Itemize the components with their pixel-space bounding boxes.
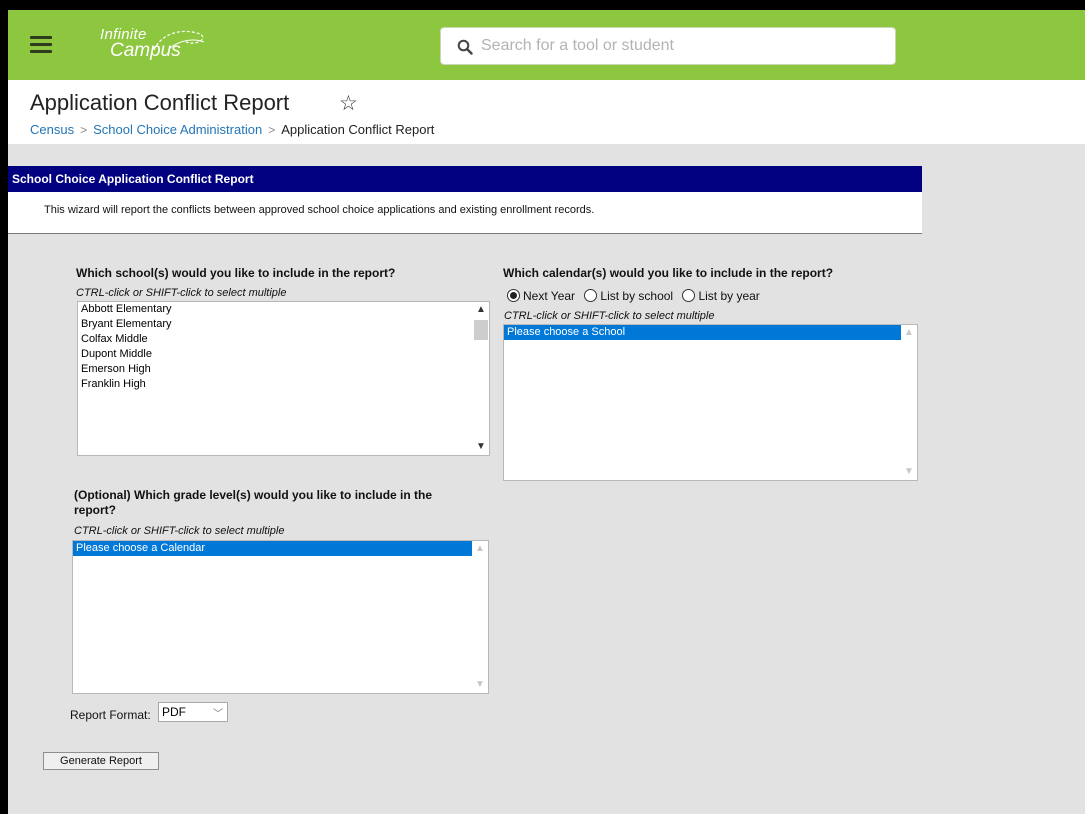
scroll-up-icon[interactable]: ▲ [901, 325, 917, 341]
grades-scrollbar[interactable]: ▲ ▼ [472, 541, 488, 693]
infinite-campus-logo[interactable]: Infinite Campus [100, 26, 220, 66]
grades-question-line1: (Optional) Which grade level(s) would yo… [74, 488, 433, 502]
school-option[interactable]: Colfax Middle [78, 332, 489, 347]
school-option[interactable]: Dupont Middle [78, 347, 489, 362]
calendars-scrollbar[interactable]: ▲ ▼ [901, 325, 917, 480]
radio-unchecked-icon [682, 289, 696, 302]
chevron-down-icon: ﹀ [213, 709, 223, 720]
radio-unchecked-icon [584, 289, 598, 302]
school-option[interactable]: Emerson High [78, 362, 489, 377]
breadcrumb-school-choice-administration[interactable]: School Choice Administration [93, 122, 262, 137]
search-box[interactable] [440, 27, 896, 65]
radio-list-by-year[interactable]: List by year [682, 289, 760, 303]
scroll-up-icon[interactable]: ▲ [472, 541, 488, 557]
report-description: This wizard will report the conflicts be… [8, 192, 922, 234]
chevron-right-icon: > [268, 123, 276, 137]
schools-question: Which school(s) would you like to includ… [76, 266, 396, 280]
scroll-thumb[interactable] [474, 320, 488, 340]
school-option[interactable]: Franklin High [78, 377, 489, 392]
school-option[interactable]: Bryant Elementary [78, 317, 489, 332]
search-icon [457, 39, 473, 55]
generate-report-button[interactable]: Generate Report [43, 752, 159, 770]
schools-scrollbar[interactable]: ▲ ▼ [473, 302, 489, 455]
school-option[interactable]: Abbott Elementary [78, 302, 489, 317]
page-title: Application Conflict Report [30, 90, 290, 115]
breadcrumb-census[interactable]: Census [30, 122, 74, 137]
report-format-label: Report Format: [70, 708, 151, 722]
grade-option[interactable]: Please choose a Calendar [73, 541, 488, 556]
logo-line2: Campus [110, 40, 181, 61]
window-frame: Infinite Campus Application Conflict Rep… [0, 0, 1085, 814]
calendar-option[interactable]: Please choose a School [504, 325, 917, 340]
calendars-listbox[interactable]: Please choose a School ▲ ▼ [503, 324, 918, 481]
report-format-select[interactable]: PDF ﹀ [158, 702, 228, 722]
scroll-down-icon[interactable]: ▼ [473, 439, 489, 455]
report-format-value: PDF [162, 705, 186, 719]
calendars-question: Which calendar(s) would you like to incl… [503, 266, 834, 280]
radio-label: List by school [600, 289, 674, 303]
grades-question: (Optional) Which grade level(s) would yo… [74, 488, 432, 518]
radio-label: List by year [698, 289, 760, 303]
calendar-mode-radios: Next Year List by school List by year [507, 289, 766, 303]
app-window: Infinite Campus Application Conflict Rep… [8, 10, 1085, 814]
top-bar: Infinite Campus [8, 10, 1085, 80]
grades-hint: CTRL-click or SHIFT-click to select mult… [74, 525, 285, 537]
radio-checked-icon [507, 289, 520, 302]
radio-label: Next Year [523, 289, 576, 303]
chevron-right-icon: > [80, 123, 88, 137]
grades-question-line2: report? [74, 503, 116, 517]
breadcrumb: Census > School Choice Administration > Appl… [30, 122, 434, 137]
calendars-hint: CTRL-click or SHIFT-click to select mult… [504, 310, 715, 322]
schools-listbox[interactable]: Abbott Elementary Bryant Elementary Colf… [77, 301, 490, 456]
grades-listbox[interactable]: Please choose a Calendar ▲ ▼ [72, 540, 489, 694]
title-area: Application Conflict Report ☆ Census > Sch… [8, 80, 1085, 144]
schools-hint: CTRL-click or SHIFT-click to select mult… [76, 287, 287, 299]
scroll-down-icon[interactable]: ▼ [901, 464, 917, 480]
report-panel-header: School Choice Application Conflict Repor… [8, 166, 922, 192]
radio-next-year[interactable]: Next Year [507, 289, 575, 303]
search-input[interactable] [479, 34, 879, 58]
favorite-star-icon[interactable]: ☆ [339, 91, 358, 116]
breadcrumb-current: Application Conflict Report [281, 122, 435, 137]
radio-list-by-school[interactable]: List by school [584, 289, 673, 303]
scroll-up-icon[interactable]: ▲ [473, 302, 489, 318]
menu-icon[interactable] [30, 36, 52, 54]
scroll-down-icon[interactable]: ▼ [472, 677, 488, 693]
